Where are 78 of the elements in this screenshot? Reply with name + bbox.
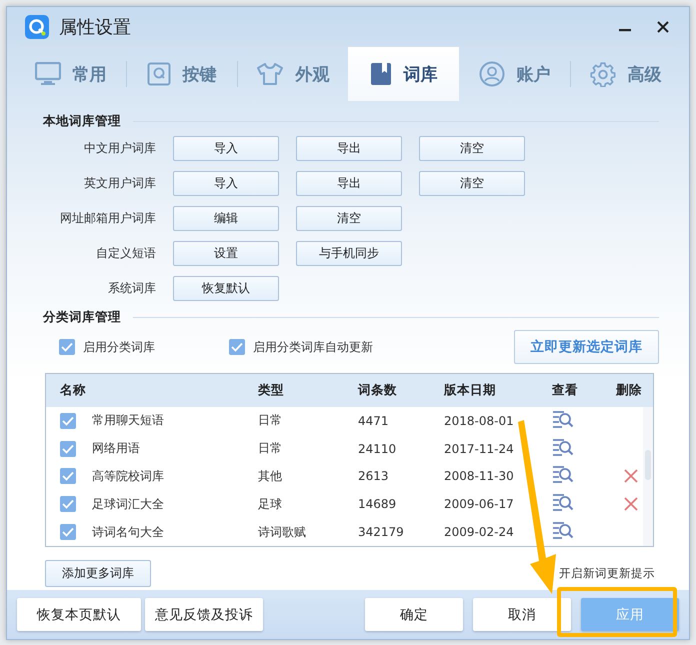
view-list-icon[interactable]: [552, 520, 574, 540]
footer-button[interactable]: 取消: [473, 598, 571, 631]
update-hint-text: 开启新词更新提示: [559, 566, 655, 581]
action-button[interactable]: 编辑: [173, 206, 279, 231]
footer-button[interactable]: 恢复本页默认: [17, 598, 141, 631]
table-cell-text: 足球: [258, 496, 283, 513]
checkbox[interactable]: [229, 339, 245, 355]
user-icon: [478, 61, 504, 87]
row-label: 网址邮箱用户词库: [59, 210, 156, 227]
checkbox[interactable]: [60, 412, 76, 429]
table-cell-text: 2009-02-24: [444, 525, 515, 540]
table-cell-text: 2018-08-01: [444, 414, 515, 428]
action-button[interactable]: 导入: [173, 171, 279, 196]
table-cell: 诗词名句大全: [92, 524, 164, 541]
table-cell-text: 342179: [358, 525, 405, 540]
table-cell-text: 日常: [258, 412, 283, 430]
view-list-icon[interactable]: [552, 436, 574, 457]
column-header: 词条数: [358, 382, 398, 399]
table-cell: 常用聊天短语: [92, 412, 164, 430]
row-label: 系统词库: [107, 280, 156, 297]
column-header: 类型: [258, 382, 285, 399]
table-cell-text: 2009-06-17: [444, 497, 515, 512]
table-cell: 足球词汇大全: [92, 496, 164, 513]
table-cell-text: 4471: [358, 414, 390, 428]
shirt-icon: [256, 62, 284, 86]
table-cell-text: 日常: [258, 440, 283, 458]
scrollbar[interactable]: [643, 407, 653, 546]
tab[interactable]: 词库: [348, 47, 459, 101]
action-button[interactable]: 导出: [296, 171, 402, 196]
close-icon[interactable]: [656, 20, 670, 34]
section-title: 分类词库管理: [43, 308, 121, 326]
table-cell: 高等院校词库: [92, 468, 164, 485]
view-list-icon[interactable]: [552, 408, 574, 429]
checkbox[interactable]: [59, 339, 75, 355]
checkbox-label: 启用分类词库: [83, 338, 155, 356]
update-button[interactable]: 立即更新选定词库: [514, 330, 659, 364]
footer-button[interactable]: 意见反馈及投诉: [145, 598, 263, 631]
action-button[interactable]: 恢复默认: [173, 276, 279, 301]
footer-button[interactable]: 确定: [365, 598, 463, 631]
action-button[interactable]: 清空: [296, 206, 402, 231]
add-dictionary-button[interactable]: 添加更多词库: [45, 560, 151, 587]
column-header: 版本日期: [444, 382, 497, 399]
table-cell-text: 14689: [358, 497, 398, 512]
key-icon: [146, 62, 170, 86]
action-button[interactable]: 清空: [419, 171, 525, 196]
monitor-icon: [34, 62, 60, 86]
table-cell-text: 诗词歌赋: [258, 524, 307, 541]
column-header: 删除: [616, 382, 643, 399]
delete-icon[interactable]: [624, 497, 638, 512]
action-button[interactable]: 设置: [173, 241, 279, 266]
app-logo-icon: [25, 14, 49, 38]
table-cell-text: 2017-11-24: [444, 442, 515, 456]
checkbox[interactable]: [60, 440, 76, 457]
checkbox[interactable]: [60, 468, 76, 484]
action-button[interactable]: 导出: [296, 136, 402, 161]
book-icon: [370, 62, 392, 86]
row-label: 自定义短语: [95, 245, 156, 262]
delete-icon[interactable]: [624, 469, 638, 484]
table-cell: 网络用语: [92, 440, 140, 458]
checkbox[interactable]: [60, 524, 76, 540]
table-cell-text: 24110: [358, 442, 398, 456]
gear-icon: [590, 61, 616, 87]
window-title: 属性设置: [59, 16, 132, 38]
row-label: 中文用户词库: [83, 140, 156, 157]
action-button[interactable]: 导入: [173, 136, 279, 161]
column-header: 名称: [60, 382, 87, 399]
column-header: 查看: [552, 382, 579, 399]
table-cell-text: 2008-11-30: [444, 469, 515, 484]
checkbox[interactable]: [60, 496, 76, 512]
table-cell-text: 其他: [258, 468, 283, 485]
row-label: 英文用户词库: [83, 175, 156, 192]
table-cell-text: 2613: [358, 469, 390, 484]
checkbox-label: 启用分类词库自动更新: [253, 338, 373, 356]
section-title: 本地词库管理: [43, 112, 121, 130]
view-list-icon[interactable]: [552, 492, 574, 512]
action-button[interactable]: 清空: [419, 136, 525, 161]
action-button[interactable]: 与手机同步: [296, 241, 402, 266]
view-list-icon[interactable]: [552, 464, 574, 484]
